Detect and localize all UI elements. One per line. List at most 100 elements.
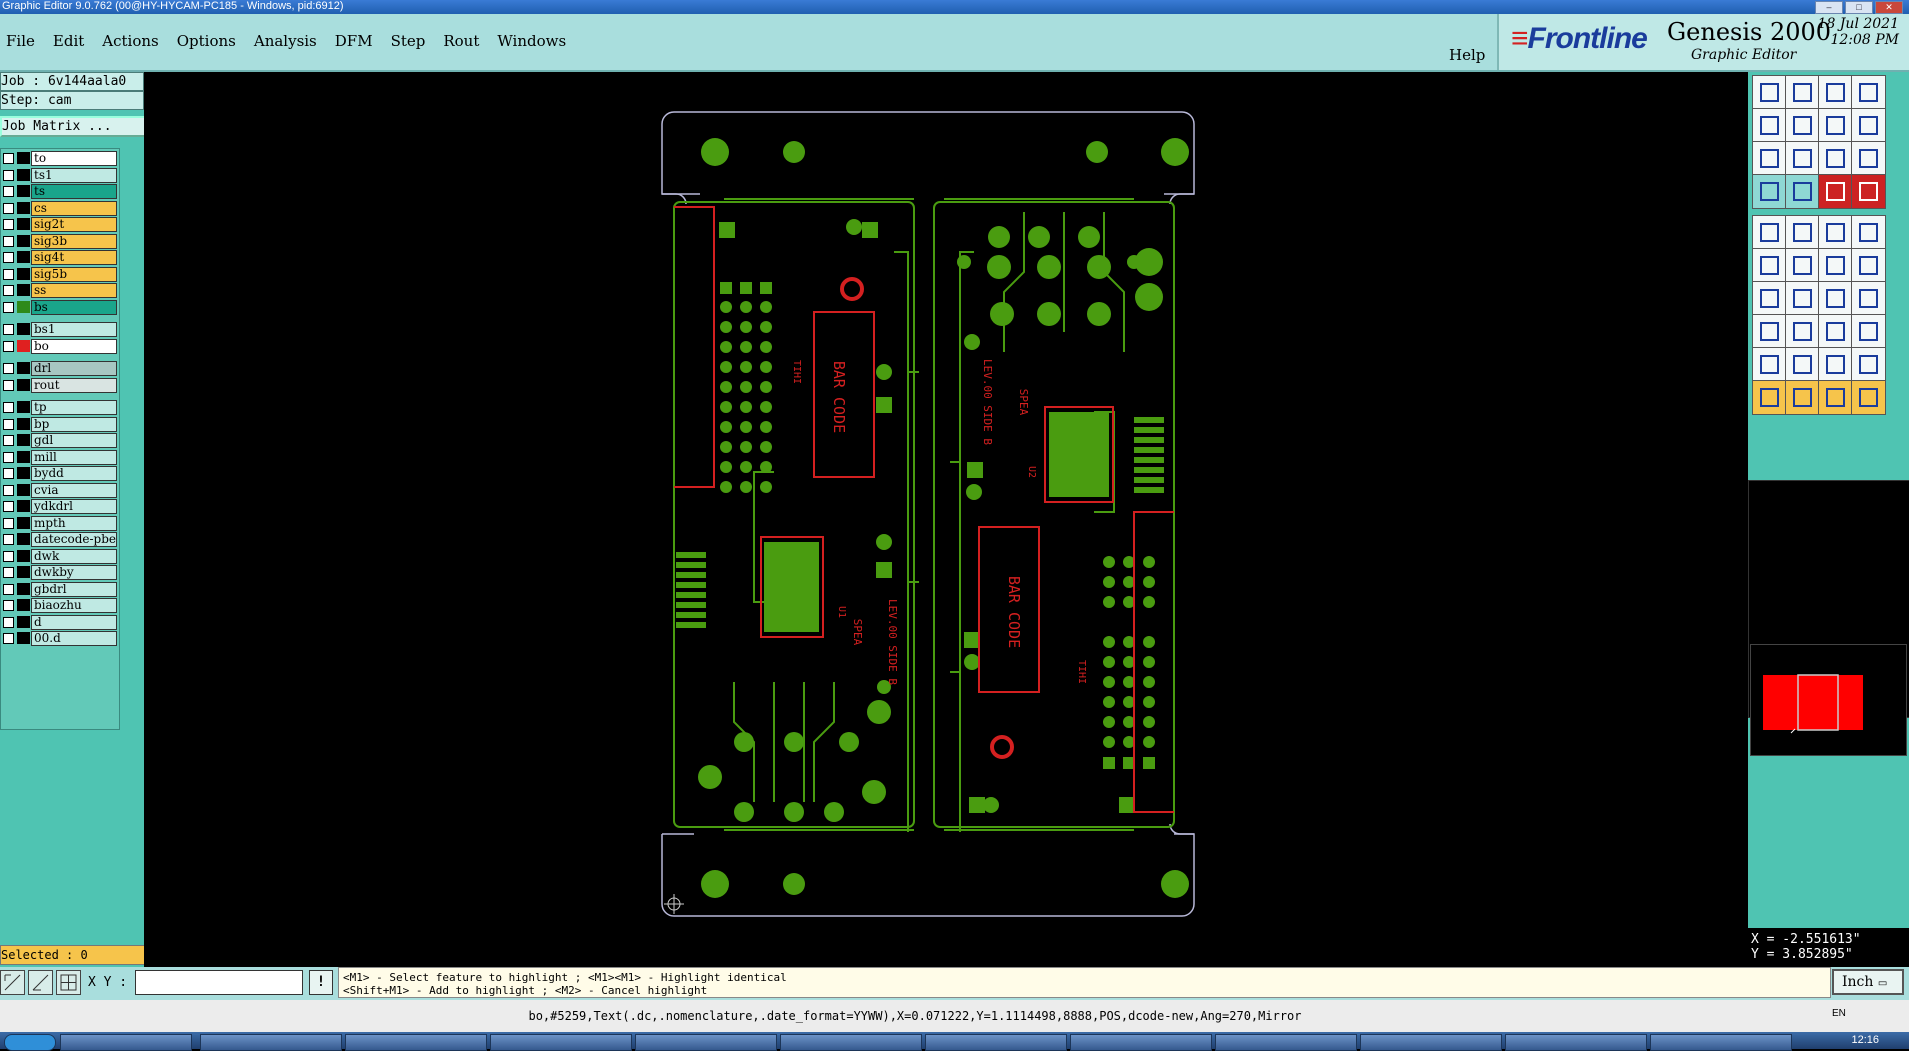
taskbar-item[interactable]	[635, 1034, 777, 1051]
execute-button[interactable]: !	[309, 970, 333, 995]
overview-preview[interactable]	[1750, 644, 1907, 756]
line-icon[interactable]	[1752, 281, 1787, 316]
profile-icon[interactable]	[1818, 174, 1853, 209]
layer-checkbox[interactable]	[3, 268, 14, 280]
layer-checkbox[interactable]	[3, 235, 14, 247]
triangle-icon[interactable]	[1752, 347, 1787, 382]
layer-color-swatch[interactable]	[17, 251, 30, 263]
layer-name[interactable]: dwk	[31, 548, 117, 564]
layer-row-biaozhu[interactable]: biaozhu	[1, 598, 119, 613]
minimize-button[interactable]: –	[1815, 1, 1843, 14]
layer-name[interactable]: ydkdrl	[31, 499, 117, 514]
layer-color-swatch[interactable]	[17, 467, 30, 479]
maximize-button[interactable]: □	[1845, 1, 1873, 14]
layer-name[interactable]: mill	[31, 449, 117, 465]
layer-row-cs[interactable]: cs	[1, 200, 119, 216]
layer-checkbox[interactable]	[3, 285, 14, 296]
layer-name[interactable]: sig2t	[31, 217, 117, 232]
text-f-icon[interactable]	[1851, 281, 1886, 316]
layer-checkbox[interactable]	[3, 252, 14, 263]
move-right-icon[interactable]	[1785, 108, 1820, 143]
menu-actions[interactable]: Actions	[102, 32, 158, 50]
layer-checkbox[interactable]	[3, 550, 14, 562]
layer-row-bo[interactable]: bo	[1, 338, 119, 354]
copy-icon[interactable]	[1818, 108, 1853, 143]
menu-file[interactable]: File	[6, 32, 35, 50]
save-layer-icon[interactable]	[1785, 75, 1820, 110]
layer-row-gbdrl[interactable]: gbdrl	[1, 581, 119, 597]
minus-icon[interactable]	[1785, 314, 1820, 349]
layer-color-swatch[interactable]	[17, 533, 30, 545]
layer-checkbox[interactable]	[3, 169, 14, 181]
layer-color-swatch[interactable]	[17, 284, 30, 296]
ime-indicator[interactable]: EN	[1832, 1008, 1846, 1019]
layer-name[interactable]: gbdrl	[31, 581, 117, 597]
layer-row-ss[interactable]: ss	[1, 283, 119, 298]
grid-icon[interactable]	[1785, 174, 1820, 209]
layer-checkbox[interactable]	[3, 435, 14, 446]
measure-tool-icon[interactable]	[28, 970, 53, 995]
layer-color-swatch[interactable]	[17, 323, 30, 335]
unit-select[interactable]: Inch ▭	[1832, 969, 1904, 995]
taskbar-item[interactable]	[1650, 1034, 1792, 1051]
layer-row-ydkdrl[interactable]: ydkdrl	[1, 499, 119, 514]
layer-row-bs1[interactable]: bs1	[1, 322, 119, 337]
layer-color-swatch[interactable]	[17, 615, 30, 628]
layer-color-swatch[interactable]	[17, 483, 30, 496]
layer-row-datecode-pbe[interactable]: datecode-pbe	[1, 532, 119, 547]
rect-select-icon[interactable]	[1785, 215, 1820, 250]
layer-name[interactable]: biaozhu	[31, 598, 117, 613]
layer-checkbox[interactable]	[3, 501, 14, 512]
layer-row-sig5b[interactable]: sig5b	[1, 266, 119, 282]
select-icon[interactable]	[1785, 380, 1820, 415]
layer-name[interactable]: bs	[31, 299, 117, 315]
layer-row-ts1[interactable]: ts1	[1, 167, 119, 183]
menu-options[interactable]: Options	[177, 32, 236, 50]
taskbar-item[interactable]	[200, 1034, 342, 1051]
layer-name[interactable]: cvia	[31, 482, 117, 498]
taskbar-item[interactable]	[1505, 1034, 1647, 1051]
layer-name[interactable]: ts	[31, 184, 117, 199]
taskbar-item[interactable]	[345, 1034, 487, 1051]
triangle-arrow-icon[interactable]	[1818, 347, 1853, 382]
menu-step[interactable]: Step	[391, 32, 426, 50]
layer-color-swatch[interactable]	[17, 339, 30, 352]
layer-color-swatch[interactable]	[17, 234, 30, 247]
layer-row-to[interactable]: to	[1, 151, 119, 166]
layer-row-bydd[interactable]: bydd	[1, 466, 119, 481]
route-icon[interactable]	[1851, 380, 1886, 415]
zoom-fit-icon[interactable]	[1785, 141, 1820, 176]
layer-row-mill[interactable]: mill	[1, 449, 119, 465]
select-alt-icon[interactable]	[1818, 380, 1853, 415]
layer-name[interactable]: dwkby	[31, 565, 117, 580]
layer-checkbox[interactable]	[3, 616, 14, 628]
taskbar-item[interactable]	[490, 1034, 632, 1051]
layer-checkbox[interactable]	[3, 567, 14, 578]
curve-icon[interactable]	[1851, 248, 1886, 283]
layer-color-swatch[interactable]	[17, 434, 30, 446]
layer-name[interactable]: rout	[31, 377, 117, 393]
triangle-wave-icon[interactable]	[1851, 347, 1886, 382]
layer-color-swatch[interactable]	[17, 401, 30, 413]
layer-name[interactable]: 00.d	[31, 631, 117, 646]
grid-tool-icon[interactable]	[56, 970, 81, 995]
layer-color-swatch[interactable]	[17, 362, 30, 374]
diagonal-icon[interactable]	[1785, 281, 1820, 316]
pointer-icon[interactable]	[1752, 380, 1787, 415]
layer-row-bp[interactable]: bp	[1, 416, 119, 432]
layer-row-d[interactable]: d	[1, 614, 119, 630]
layer-checkbox[interactable]	[3, 324, 14, 335]
layer-row-mpth[interactable]: mpth	[1, 515, 119, 531]
layer-checkbox[interactable]	[3, 633, 14, 644]
break-icon[interactable]	[1752, 314, 1787, 349]
layer-row-gdl[interactable]: gdl	[1, 433, 119, 448]
menu-edit[interactable]: Edit	[53, 32, 84, 50]
layer-name[interactable]: ss	[31, 283, 117, 298]
layer-name[interactable]: bo	[31, 338, 117, 354]
layer-color-swatch[interactable]	[17, 201, 30, 214]
layer-color-swatch[interactable]	[17, 152, 30, 164]
layer-color-swatch[interactable]	[17, 218, 30, 230]
taskbar-item[interactable]	[1360, 1034, 1502, 1051]
layer-row-ts[interactable]: ts	[1, 184, 119, 199]
layer-checkbox[interactable]	[3, 186, 14, 197]
